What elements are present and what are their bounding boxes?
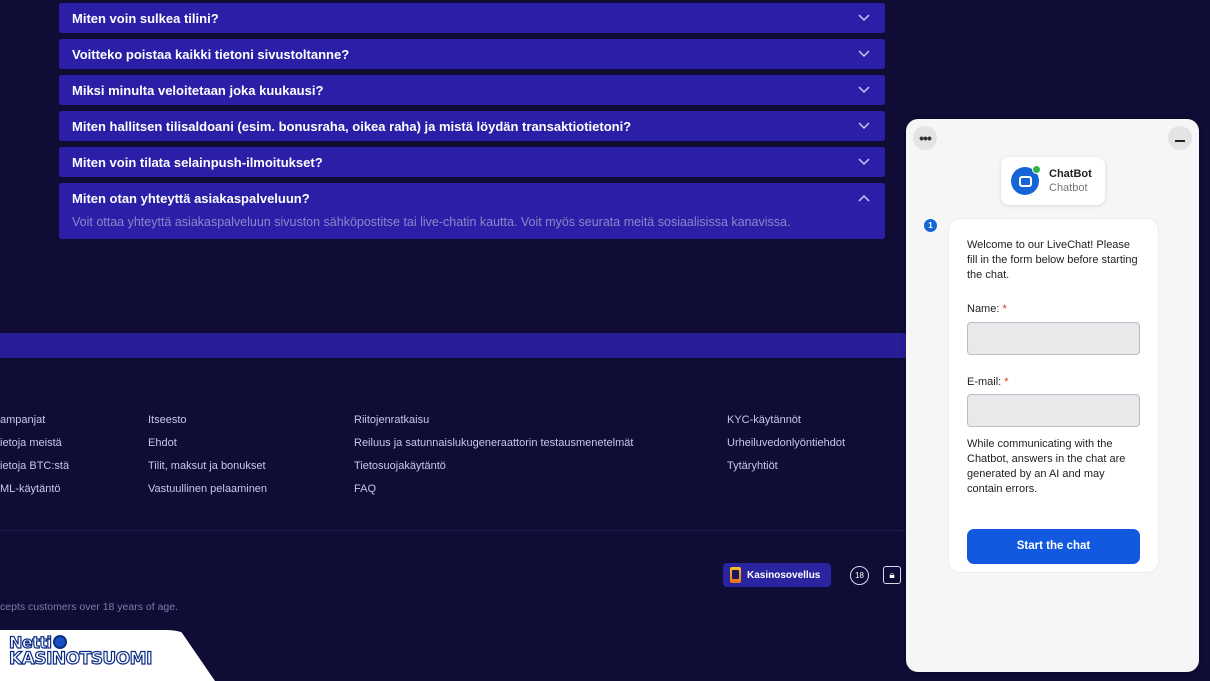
footer-link[interactable]: ampanjat	[0, 414, 69, 437]
faq-question: Miten hallitsen tilisaldoani (esim. bonu…	[72, 118, 632, 134]
faq-question: Miten voin tilata selainpush-ilmoitukset…	[72, 154, 323, 170]
chevron-down-icon	[857, 83, 871, 97]
footer-link[interactable]: Riitojenratkaisu	[354, 414, 633, 437]
faq-item[interactable]: Miksi minulta veloitetaan joka kuukausi?	[59, 75, 885, 105]
footer-link[interactable]: ietoja BTC:stä	[0, 460, 69, 483]
footer-link[interactable]: Vastuullinen pelaaminen	[148, 483, 267, 506]
footer-links-col1: ampanjat ietoja meistä ietoja BTC:stä ML…	[0, 414, 69, 506]
age-18-icon: 18	[850, 566, 869, 585]
faq-question: Miksi minulta veloitetaan joka kuukausi?	[72, 82, 324, 98]
footer-link[interactable]: Tietosuojakäytäntö	[354, 460, 633, 483]
ai-disclaimer: While communicating with the Chatbot, an…	[967, 438, 1126, 495]
site-logo[interactable]: Netti KASINOTSUOMI	[8, 633, 153, 668]
faq-question: Miten otan yhteyttä asiakaspalveluun?	[72, 190, 310, 206]
chatbot-avatar	[1011, 165, 1041, 195]
chat-bubble-icon	[1018, 175, 1032, 187]
faq-item[interactable]: Miten voin sulkea tilini?	[59, 3, 885, 33]
footer-link[interactable]: ML-käytäntö	[0, 483, 69, 506]
casino-app-button[interactable]: Kasinosovellus	[723, 563, 831, 587]
footer-link[interactable]: Itseesto	[148, 414, 267, 437]
faq-item[interactable]: Miten voin tilata selainpush-ilmoitukset…	[59, 147, 885, 177]
minimize-icon	[1175, 140, 1185, 142]
more-options-icon[interactable]: •••	[913, 126, 937, 150]
unread-badge: 1	[924, 219, 937, 232]
livechat-widget: ••• ChatBot Chatbot 1 Welcome to our Liv…	[906, 119, 1199, 672]
age-notice: cepts customers over 18 years of age.	[0, 601, 179, 613]
footer-link[interactable]: ietoja meistä	[0, 437, 69, 460]
email-field[interactable]	[967, 394, 1140, 427]
footer-links-col4: KYC-käytännöt Urheiluvedonlyöntiehdot Ty…	[727, 414, 845, 483]
footer-link[interactable]: FAQ	[354, 483, 633, 506]
name-label: Name: *	[967, 303, 1007, 315]
start-chat-button[interactable]: Start the chat	[967, 529, 1140, 564]
chevron-down-icon	[857, 155, 871, 169]
faq-answer: Voit ottaa yhteyttä asiakaspalveluun siv…	[72, 215, 791, 229]
app-button-label: Kasinosovellus	[747, 569, 821, 581]
footer-links-col3: Riitojenratkaisu Reiluus ja satunnaisluk…	[354, 414, 633, 506]
welcome-message: Welcome to our LiveChat! Please fill in …	[967, 239, 1138, 281]
agent-card: ChatBot Chatbot	[1001, 157, 1105, 205]
footer-link[interactable]: Tytäryhtiöt	[727, 460, 845, 483]
online-status-dot	[1032, 165, 1041, 174]
chevron-down-icon	[857, 119, 871, 133]
chevron-down-icon	[857, 11, 871, 25]
footer-links-col2: Itseesto Ehdot Tilit, maksut ja bonukset…	[148, 414, 267, 506]
footer-link[interactable]: Urheiluvedonlyöntiehdot	[727, 437, 845, 460]
agent-role: Chatbot	[1049, 182, 1088, 194]
email-label: E-mail: *	[967, 376, 1009, 388]
faq-item[interactable]: Voitteko poistaa kaikki tietoni sivustol…	[59, 39, 885, 69]
agent-name: ChatBot	[1049, 168, 1092, 180]
chevron-down-icon	[857, 47, 871, 61]
footer-band	[0, 333, 910, 358]
footer-link[interactable]: Tilit, maksut ja bonukset	[148, 460, 267, 483]
minimize-button[interactable]	[1168, 126, 1192, 150]
faq-list: Miten voin sulkea tilini? Voitteko poist…	[59, 3, 885, 239]
phone-icon	[730, 567, 741, 583]
prechat-form: Welcome to our LiveChat! Please fill in …	[948, 218, 1159, 573]
footer-link[interactable]: Reiluus ja satunnaislukugeneraattorin te…	[354, 437, 633, 460]
faq-item-expanded[interactable]: Miten otan yhteyttä asiakaspalveluun? Vo…	[59, 183, 885, 239]
faq-question: Voitteko poistaa kaikki tietoni sivustol…	[72, 46, 350, 62]
chevron-up-icon	[857, 191, 871, 205]
name-field[interactable]	[967, 322, 1140, 355]
faq-question: Miten voin sulkea tilini?	[72, 10, 219, 26]
footer-link[interactable]: KYC-käytännöt	[727, 414, 845, 437]
football-icon	[52, 635, 67, 649]
faq-item[interactable]: Miten hallitsen tilisaldoani (esim. bonu…	[59, 111, 885, 141]
footer-link[interactable]: Ehdot	[148, 437, 267, 460]
footer-divider	[0, 530, 905, 531]
lock-icon: 🔒︎	[883, 566, 901, 584]
